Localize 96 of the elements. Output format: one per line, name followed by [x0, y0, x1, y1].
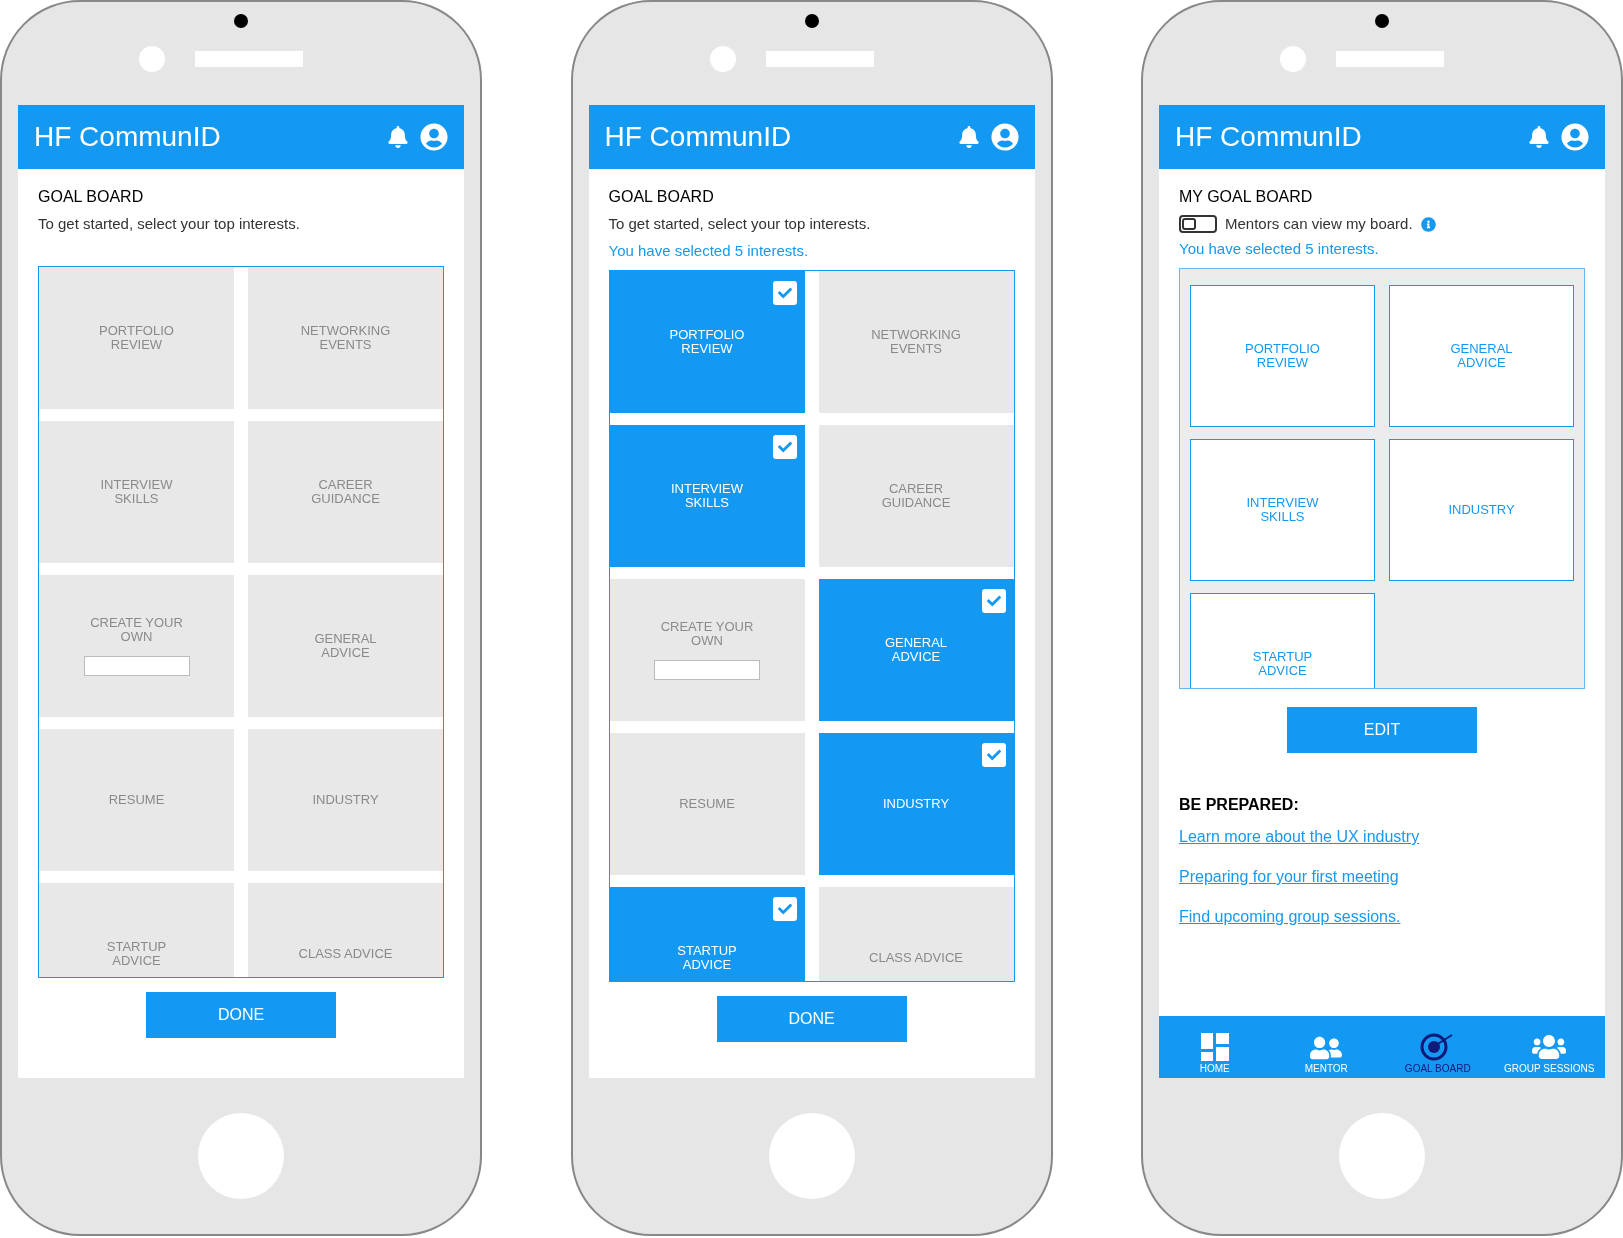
custom-interest-field[interactable]: [654, 660, 760, 680]
interest-tile[interactable]: INTERVIEW SKILLS: [1190, 439, 1375, 581]
resource-link[interactable]: Preparing for your first meeting: [1179, 865, 1399, 889]
notification-bell-icon[interactable]: [1529, 126, 1549, 148]
tile-label: STARTUP ADVICE: [1251, 650, 1314, 678]
tile-label: RESUME: [678, 797, 736, 811]
tile-label: GENERAL ADVICE: [1449, 342, 1514, 370]
interest-tile[interactable]: CLASS ADVICE: [248, 882, 443, 977]
visibility-toggle[interactable]: [1179, 215, 1217, 234]
notification-bell-icon[interactable]: [958, 126, 979, 148]
selection-count-text: You have selected 5 interests.: [608, 240, 810, 261]
interest-tile[interactable]: NETWORKING EVENTS: [818, 271, 1014, 413]
tile-label: GENERAL ADVICE: [313, 631, 378, 660]
checkbox-checked-icon[interactable]: [981, 743, 1006, 767]
interest-tile[interactable]: INTERVIEW SKILLS: [39, 420, 234, 563]
tile-label: INDUSTRY: [311, 792, 380, 807]
app-title: HF CommunID: [34, 120, 221, 154]
section-heading: MY GOAL BOARD: [1179, 187, 1314, 207]
nav-tab[interactable]: HOME: [1159, 1016, 1271, 1078]
interest-tile[interactable]: INDUSTRY: [1389, 439, 1574, 581]
group-icon: [1532, 1033, 1567, 1061]
dashboard-grid-icon: [1200, 1033, 1229, 1061]
nav-label: GROUP SESSIONS: [1504, 1063, 1595, 1075]
edit-button[interactable]: EDIT: [1287, 707, 1477, 753]
tile-label: CAREER GUIDANCE: [880, 482, 952, 510]
tile-label: STARTUP ADVICE: [676, 944, 738, 972]
app-title: HF CommunID: [1175, 120, 1362, 154]
interest-tile[interactable]: CREATE YOUR OWN: [39, 574, 234, 717]
nav-tab[interactable]: GROUP SESSIONS: [1493, 1016, 1605, 1078]
tile-label: PORTFOLIO REVIEW: [1244, 342, 1321, 370]
nav-label: HOME: [1199, 1063, 1230, 1075]
profile-icon[interactable]: [1561, 123, 1589, 151]
resources-heading: BE PREPARED:: [1179, 795, 1300, 815]
app-title: HF CommunID: [604, 120, 792, 154]
front-camera: [139, 46, 165, 72]
interest-tile[interactable]: INDUSTRY: [818, 733, 1014, 875]
tile-label: NETWORKING EVENTS: [870, 328, 962, 356]
nav-tab[interactable]: GOAL BOARD: [1382, 1016, 1494, 1078]
intro-text: To get started, select your top interests.: [38, 214, 301, 234]
tile-label: CREATE YOUR OWN: [89, 615, 184, 644]
tile-label: RESUME: [107, 792, 166, 807]
tile-label: PORTFOLIO REVIEW: [98, 323, 175, 352]
tile-label: NETWORKING EVENTS: [299, 323, 392, 352]
front-camera: [709, 46, 736, 72]
interest-tile[interactable]: RESUME: [39, 728, 234, 871]
tile-label: CREATE YOUR OWN: [659, 620, 755, 648]
interest-tile[interactable]: INTERVIEW SKILLS: [609, 425, 805, 567]
interest-tile[interactable]: CAREER GUIDANCE: [818, 425, 1014, 567]
section-heading: GOAL BOARD: [608, 187, 715, 207]
interest-tile[interactable]: CLASS ADVICE: [818, 887, 1014, 981]
notification-bell-icon[interactable]: [388, 126, 408, 148]
toggle-label: Mentors can view my board.: [1225, 214, 1413, 234]
intro-text: To get started, select your top interests.: [608, 214, 872, 234]
tile-label: INDUSTRY: [881, 797, 951, 811]
interest-tile[interactable]: PORTFOLIO REVIEW: [39, 266, 234, 409]
interest-tile[interactable]: GENERAL ADVICE: [1389, 285, 1574, 427]
checkbox-checked-icon[interactable]: [772, 897, 797, 921]
interest-tile[interactable]: GENERAL ADVICE: [818, 579, 1014, 721]
interest-tile[interactable]: PORTFOLIO REVIEW: [1190, 285, 1375, 427]
tile-label: INTERVIEW SKILLS: [1245, 496, 1320, 524]
resource-link[interactable]: Learn more about the UX industry: [1179, 825, 1420, 849]
interest-tile[interactable]: INDUSTRY: [248, 728, 443, 871]
interest-tile[interactable]: PORTFOLIO REVIEW: [609, 271, 805, 413]
tile-label: CLASS ADVICE: [297, 946, 394, 961]
tile-label: STARTUP ADVICE: [105, 939, 168, 968]
checkbox-checked-icon[interactable]: [772, 435, 797, 459]
nav-label: MENTOR: [1304, 1063, 1348, 1075]
tile-label: CAREER GUIDANCE: [310, 477, 381, 506]
tile-label: GENERAL ADVICE: [883, 636, 949, 664]
interest-tile[interactable]: STARTUP ADVICE: [609, 887, 805, 981]
interest-tile[interactable]: CAREER GUIDANCE: [248, 420, 443, 563]
tile-label: CLASS ADVICE: [868, 951, 964, 965]
interest-tile[interactable]: STARTUP ADVICE: [1190, 593, 1375, 688]
interest-tile[interactable]: RESUME: [609, 733, 805, 875]
tile-label: PORTFOLIO REVIEW: [668, 328, 746, 356]
interest-tile[interactable]: NETWORKING EVENTS: [248, 266, 443, 409]
checkbox-checked-icon[interactable]: [772, 281, 797, 305]
front-camera: [1280, 46, 1306, 72]
profile-icon[interactable]: [420, 123, 448, 151]
tile-label: INTERVIEW SKILLS: [670, 482, 744, 510]
nav-label: GOAL BOARD: [1404, 1063, 1471, 1075]
profile-icon[interactable]: [990, 123, 1019, 151]
interest-tile[interactable]: GENERAL ADVICE: [248, 574, 443, 717]
done-button[interactable]: DONE: [716, 996, 907, 1042]
tile-label: INDUSTRY: [1447, 503, 1516, 517]
checkbox-checked-icon[interactable]: [981, 589, 1006, 613]
custom-interest-field[interactable]: [83, 655, 190, 676]
info-icon[interactable]: [1420, 216, 1436, 232]
nav-tab[interactable]: MENTOR: [1270, 1016, 1382, 1078]
interest-tile[interactable]: STARTUP ADVICE: [39, 882, 234, 977]
resource-link[interactable]: Find upcoming group sessions.: [1179, 905, 1401, 929]
selection-count-text: You have selected 5 interests.: [1179, 238, 1380, 259]
interest-tile[interactable]: CREATE YOUR OWN: [609, 579, 805, 721]
section-heading: GOAL BOARD: [38, 187, 145, 207]
tile-label: INTERVIEW SKILLS: [99, 477, 174, 506]
done-button[interactable]: DONE: [146, 991, 336, 1038]
